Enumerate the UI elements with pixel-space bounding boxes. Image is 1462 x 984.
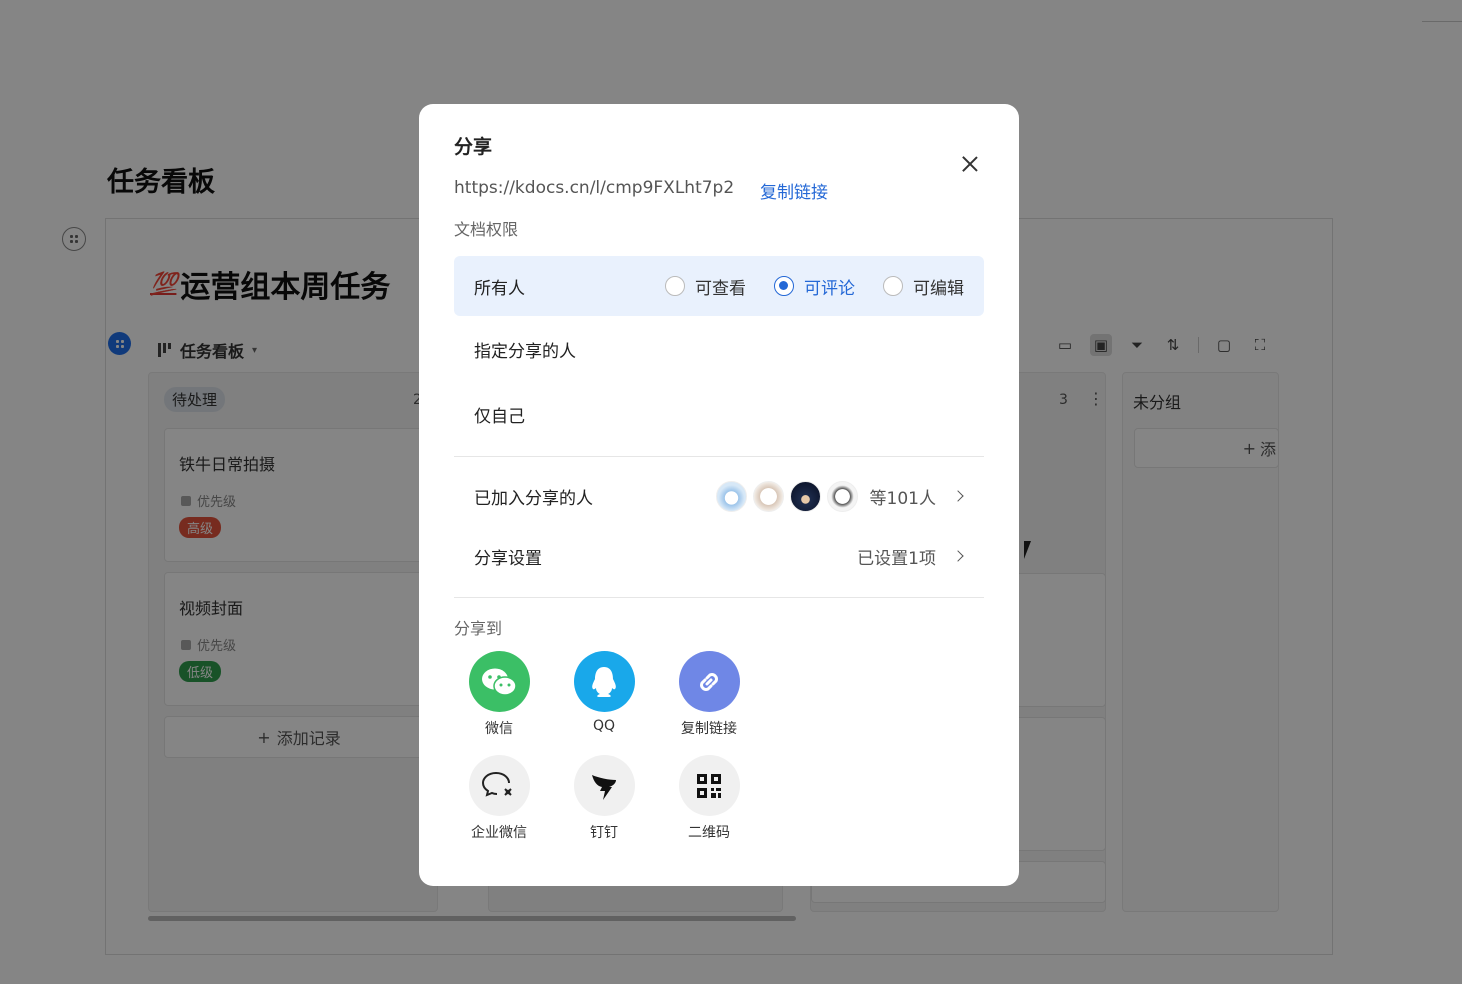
radio-edit[interactable]: 可编辑 bbox=[883, 274, 964, 299]
avatar bbox=[715, 480, 747, 512]
avatar bbox=[826, 480, 858, 512]
radio-checked-icon bbox=[774, 276, 794, 296]
chevron-right-icon bbox=[952, 550, 964, 562]
share-qrcode-button[interactable]: 二维码 bbox=[664, 755, 754, 842]
qq-penguin-icon bbox=[573, 651, 635, 712]
avatar-group bbox=[715, 480, 858, 512]
scope-self-label: 仅自己 bbox=[474, 406, 525, 427]
permission-label: 文档权限 bbox=[454, 220, 519, 239]
share-qq-button[interactable]: QQ bbox=[559, 651, 649, 734]
dingtalk-icon bbox=[573, 755, 635, 816]
joined-members-label: 已加入分享的人 bbox=[474, 488, 593, 509]
radio-circle-icon bbox=[883, 276, 903, 296]
share-settings-row[interactable]: 分享设置 已设置1项 bbox=[454, 532, 984, 580]
radio-edit-label: 可编辑 bbox=[913, 278, 964, 299]
share-wecom-button[interactable]: 企业微信 bbox=[454, 755, 544, 842]
share-settings-label: 分享设置 bbox=[474, 548, 542, 569]
joined-members-row[interactable]: 已加入分享的人 等101人 bbox=[454, 472, 984, 520]
scope-specified[interactable]: 指定分享的人 bbox=[454, 319, 984, 379]
radio-comment[interactable]: 可评论 bbox=[774, 274, 855, 299]
mouse-cursor-icon bbox=[1024, 541, 1031, 559]
radio-comment-label: 可评论 bbox=[804, 278, 855, 299]
share-settings-summary: 已设置1项 bbox=[857, 532, 964, 580]
share-wecom-label: 企业微信 bbox=[471, 825, 527, 841]
share-wechat-label: 微信 bbox=[485, 721, 513, 737]
radio-view[interactable]: 可查看 bbox=[665, 274, 746, 299]
joined-members-summary: 等101人 bbox=[715, 472, 964, 520]
qrcode-icon bbox=[678, 755, 740, 816]
scope-self[interactable]: 仅自己 bbox=[454, 384, 984, 444]
link-icon bbox=[678, 651, 740, 712]
share-qq-label: QQ bbox=[592, 718, 616, 734]
copy-link-button[interactable]: 复制链接 bbox=[760, 178, 828, 203]
share-copy-link-label: 复制链接 bbox=[681, 721, 737, 737]
share-dingtalk-label: 钉钉 bbox=[590, 825, 618, 841]
wecom-icon bbox=[468, 755, 530, 816]
share-to-label: 分享到 bbox=[454, 619, 503, 638]
share-wechat-button[interactable]: 微信 bbox=[454, 651, 544, 738]
radio-circle-icon bbox=[665, 276, 685, 296]
share-settings-value: 已设置1项 bbox=[857, 548, 936, 569]
divider bbox=[454, 597, 984, 598]
scope-everyone[interactable]: 所有人 可查看 可评论 可编辑 bbox=[454, 256, 984, 316]
share-copy-link-button[interactable]: 复制链接 bbox=[664, 651, 754, 738]
share-link-url: https://kdocs.cn/l/cmp9FXLht7p2 bbox=[454, 178, 735, 198]
chevron-right-icon bbox=[952, 490, 964, 502]
radio-view-label: 可查看 bbox=[695, 278, 746, 299]
avatar bbox=[752, 480, 784, 512]
scope-specified-label: 指定分享的人 bbox=[474, 341, 576, 362]
share-dingtalk-button[interactable]: 钉钉 bbox=[559, 755, 649, 842]
avatar bbox=[789, 480, 821, 512]
wechat-icon bbox=[468, 651, 530, 712]
joined-count: 等101人 bbox=[869, 488, 936, 509]
permission-radio-group: 可查看 可评论 可编辑 bbox=[665, 256, 964, 316]
divider bbox=[454, 456, 984, 457]
close-icon[interactable] bbox=[958, 152, 982, 176]
share-dialog: 分享 https://kdocs.cn/l/cmp9FXLht7p2 复制链接 … bbox=[419, 104, 1019, 886]
dialog-title: 分享 bbox=[454, 136, 493, 158]
scope-everyone-label: 所有人 bbox=[474, 278, 525, 299]
share-qrcode-label: 二维码 bbox=[688, 825, 730, 841]
